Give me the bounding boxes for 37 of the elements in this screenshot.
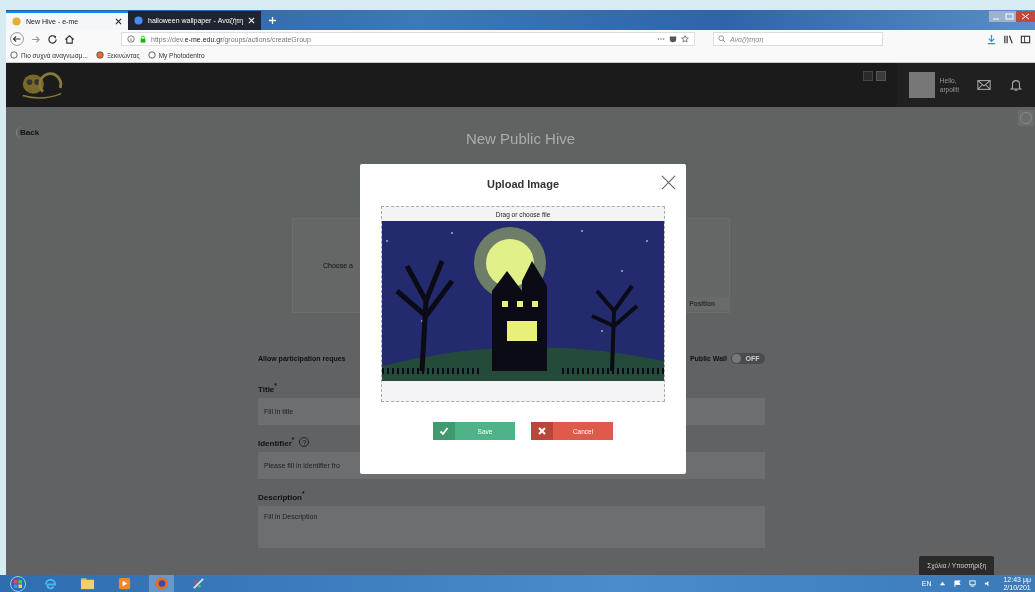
sidebar-icon[interactable] [1020,33,1031,45]
close-icon[interactable] [661,175,676,190]
star-icon[interactable] [681,35,689,43]
download-icon[interactable] [986,33,997,45]
window-controls-icon[interactable] [989,11,1035,23]
lock-icon [139,35,147,43]
home-icon[interactable] [64,33,75,45]
back-arrow-icon[interactable] [10,32,24,46]
back-link[interactable]: Back [16,127,43,138]
caret-up-icon[interactable] [939,580,947,587]
close-tab-icon[interactable] [115,18,122,25]
reload-icon[interactable] [47,33,58,45]
page-title: New Public Hive [465,130,576,147]
field-label: Description$^{*}$ [258,490,305,502]
start-button-icon[interactable] [10,575,26,592]
search-icon [718,35,726,43]
field-label: Title$^{*}$ [258,382,277,394]
cross-icon [531,422,553,440]
avatar[interactable] [908,72,935,98]
library-icon[interactable] [1003,33,1014,45]
firefox-icon[interactable] [149,575,174,592]
flag-icon[interactable] [954,580,962,587]
bookmark-icon [10,51,18,59]
info-icon[interactable] [127,35,135,43]
mail-icon[interactable] [977,78,991,92]
favicon-icon [12,17,21,26]
dialog-title: Upload Image [485,178,561,190]
new-tab-icon[interactable] [268,16,278,25]
network-icon[interactable] [969,580,977,587]
bookmark-icon [95,51,104,59]
bookmark-icon [147,51,156,59]
bell-icon[interactable] [1009,78,1023,92]
checkmark-icon [433,422,455,440]
favicon-icon [134,16,143,25]
field-label: Identifier$^{*}$ [258,436,295,448]
pocket-icon[interactable] [669,35,677,43]
more-icon[interactable] [657,35,665,43]
